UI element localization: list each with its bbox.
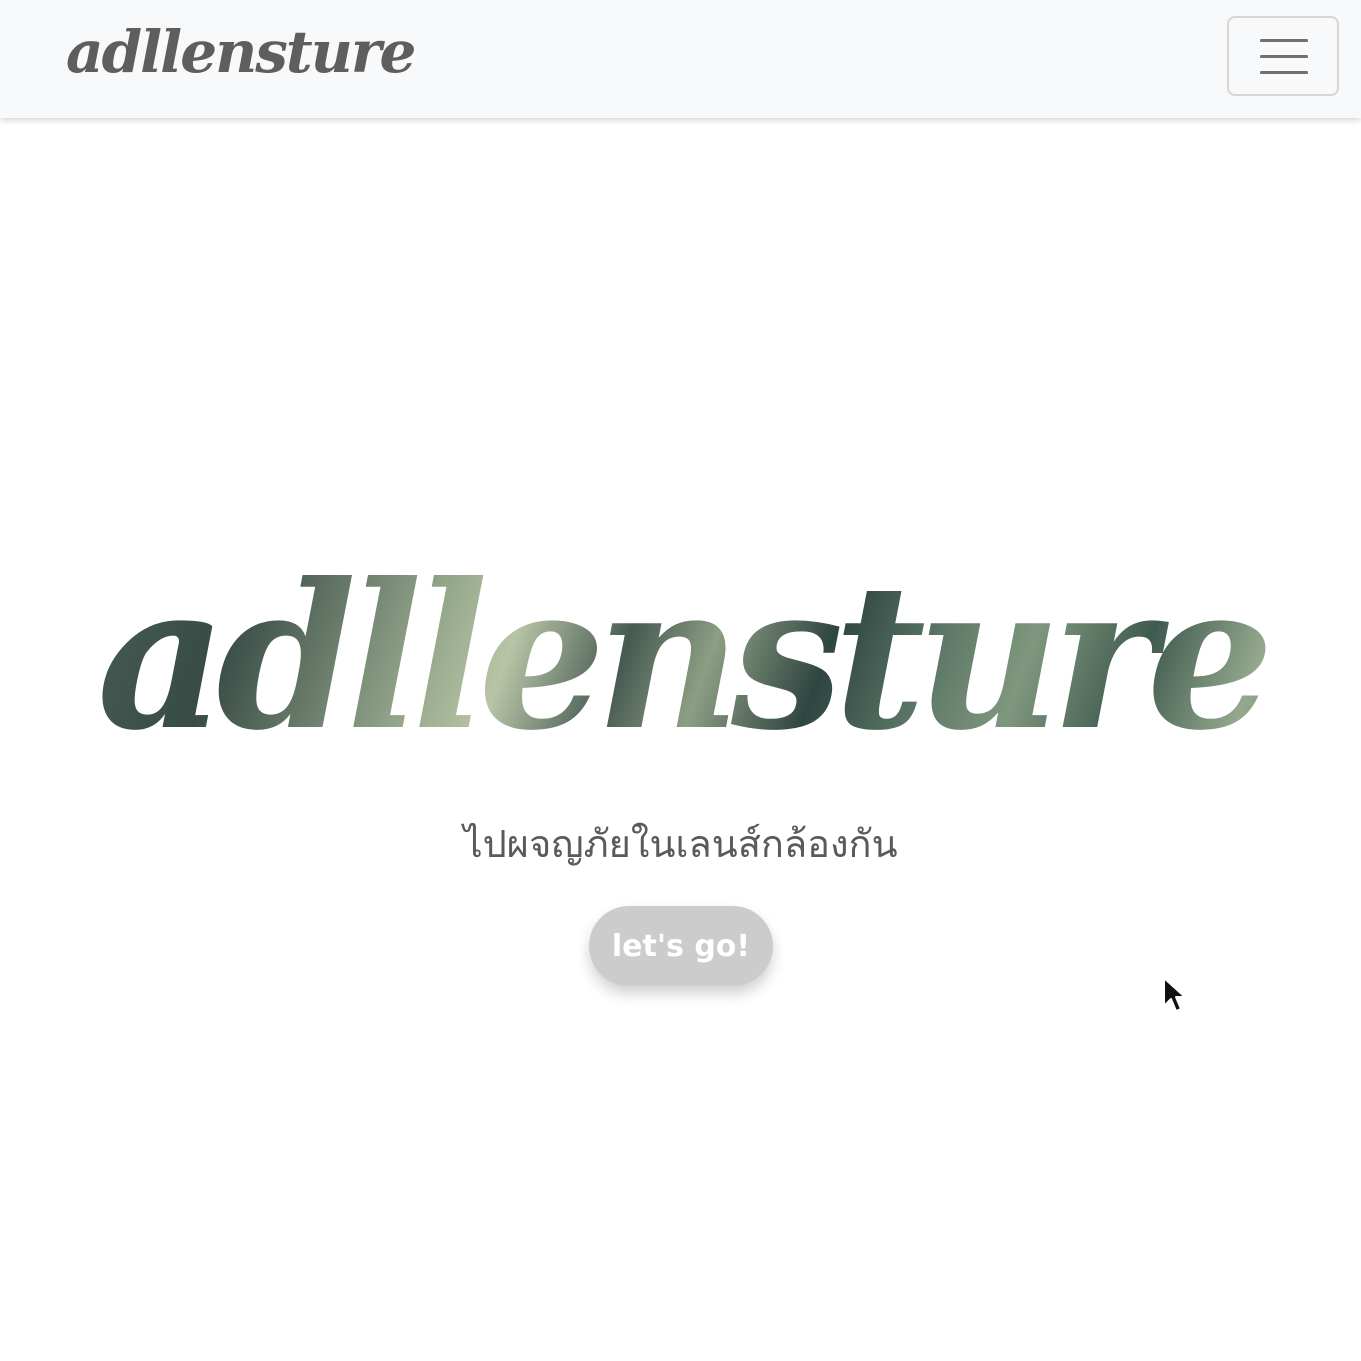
navbar: adllensture [0, 0, 1361, 118]
mouse-pointer-icon [1163, 977, 1186, 1012]
hero-title: adllensture [0, 538, 1361, 778]
navbar-toggle-button[interactable] [1227, 16, 1339, 96]
hero-section: adllensture ไปผจญภัยในเลนส์กล้องกัน let'… [0, 118, 1361, 1361]
brand-logo[interactable]: adllensture [66, 12, 416, 92]
hero-subtitle: ไปผจญภัยในเลนส์กล้องกัน [463, 822, 898, 866]
lets-go-button[interactable]: let's go! [589, 906, 773, 986]
